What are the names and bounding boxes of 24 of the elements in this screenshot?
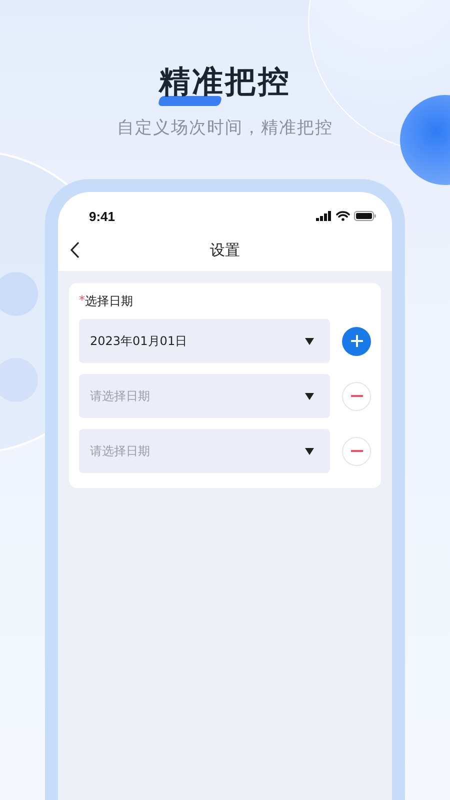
status-time: 9:41 [89, 208, 116, 224]
caret-icon [305, 392, 314, 400]
caret-icon [305, 338, 314, 344]
highlight-stroke [158, 96, 222, 106]
remove-button[interactable] [342, 382, 371, 410]
battery-icon [354, 211, 376, 221]
required-mark: * [79, 293, 85, 309]
date-select[interactable]: 请选择日期 [79, 429, 330, 473]
bubble-decoration [0, 272, 38, 316]
add-button[interactable] [342, 326, 371, 356]
remove-button[interactable] [342, 436, 371, 466]
subtitle: 自定义场次时间，精准把控 [117, 117, 333, 139]
back-button[interactable] [70, 241, 80, 259]
headline: 精准把控 [159, 66, 291, 98]
caret-icon [305, 448, 314, 454]
date-select[interactable]: 请选择日期 [79, 374, 330, 418]
date-select[interactable]: 2023年01月01日 [79, 319, 330, 363]
field-label: 选择日期 [85, 293, 133, 310]
screen-title: 设置 [210, 240, 240, 260]
minus-icon [350, 395, 362, 397]
signal-icon [316, 211, 332, 221]
plus-icon [350, 335, 362, 347]
wifi-icon [336, 211, 350, 221]
minus-icon [350, 450, 362, 452]
